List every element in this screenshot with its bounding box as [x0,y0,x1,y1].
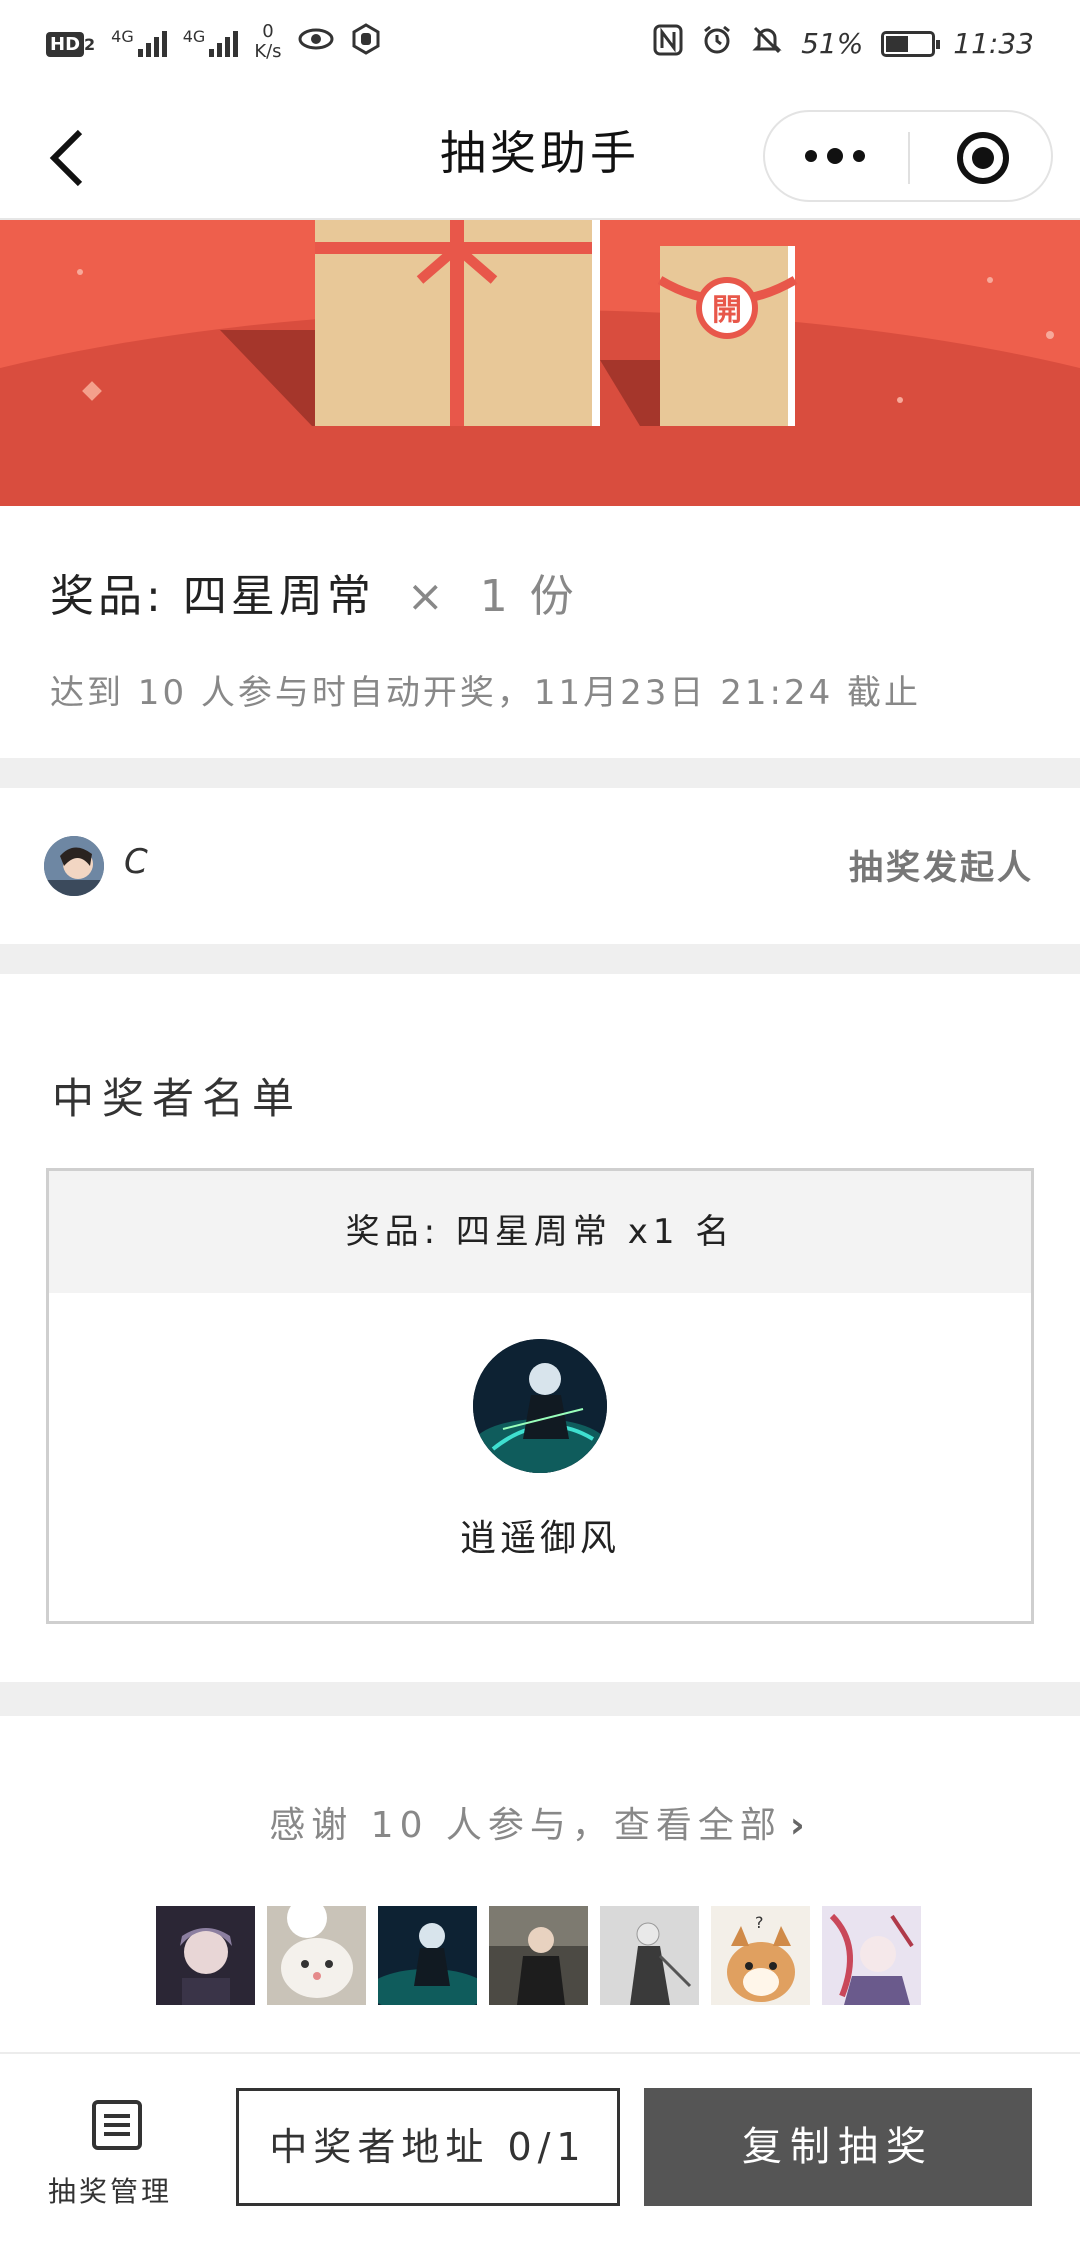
prize-quantity: 1 份 [479,571,578,622]
gift-box-illustration: 開 [0,220,1080,506]
section-divider [0,944,1080,974]
status-right: 51% 11:33 [653,24,1034,63]
participant-avatar[interactable] [156,1906,255,2005]
participant-avatars: ? [156,1906,921,2005]
close-program-button[interactable] [957,132,1009,184]
winners-prize-header: 奖品: 四星周常 x1 名 [49,1171,1031,1293]
times-sign: × [406,571,448,622]
section-divider [0,1682,1080,1716]
more-menu-button[interactable] [805,148,865,164]
list-icon[interactable] [92,2100,142,2150]
hd-badge: HD 2 [46,28,95,57]
participants-thanks-text: 感谢 10 人参与，查看全部 [269,1805,782,1846]
winners-card: 奖品: 四星周常 x1 名 逍遥御风 [46,1168,1034,1624]
hand-icon [350,23,382,61]
back-arrow-icon [49,129,83,187]
initiator-role: 抽奖发起人 [849,848,1034,888]
participant-avatar[interactable] [489,1906,588,2005]
envelope-char: 開 [712,293,742,328]
signal-icon-2: 4G [183,27,239,57]
copy-lottery-button[interactable]: 复制抽奖 [644,2088,1032,2206]
initiator-avatar[interactable] [44,836,104,896]
winner-name: 逍遥御风 [459,1518,620,1559]
winner-avatar[interactable] [473,1339,607,1473]
capsule-divider [908,132,910,184]
chevron-right-icon: › [789,1805,811,1846]
network-speed: 0 K/s [254,21,282,62]
status-left: HD 2 4G 4G 0 K/s [46,22,382,62]
winners-title: 中奖者名单 [52,1074,303,1123]
back-button[interactable] [44,128,94,188]
eye-icon [298,27,334,57]
view-all-participants-link[interactable]: 感谢 10 人参与，查看全部 › [0,1796,1080,1848]
gift-banner: 開 [0,220,1080,506]
winner-address-button[interactable]: 中奖者地址 0/1 [236,2088,620,2206]
participant-avatar[interactable] [267,1906,366,2005]
mini-program-capsule [763,110,1053,202]
nfc-icon [653,24,683,63]
prize-label: 奖品: [50,571,165,622]
battery-icon [881,30,941,57]
prize-name: 四星周常 [182,571,375,622]
participant-avatar[interactable] [822,1906,921,2005]
status-bar: HD 2 4G 4G 0 K/s 51% 11:33 [0,0,1080,88]
svg-text:?: ? [755,1913,764,1932]
mute-bell-icon [751,24,783,63]
draw-management-label[interactable]: 抽奖管理 [48,2170,172,2210]
alarm-icon [701,24,733,63]
participant-avatar[interactable] [600,1906,699,2005]
prize-title: 奖品: 四星周常 × 1 份 [50,560,578,624]
battery-percent: 51% [801,27,864,60]
clock-time: 11:33 [953,27,1034,60]
participant-avatar[interactable] [378,1906,477,2005]
signal-icon: 4G [111,27,167,57]
draw-condition: 达到 10 人参与时自动开奖，11月23日 21:24 截止 [50,673,922,713]
section-divider [0,758,1080,788]
initiator-name: C [124,842,148,882]
participant-avatar[interactable]: ? [711,1906,810,2005]
battery-fill [886,35,909,52]
navigation-bar: 抽奖助手 [0,88,1080,220]
